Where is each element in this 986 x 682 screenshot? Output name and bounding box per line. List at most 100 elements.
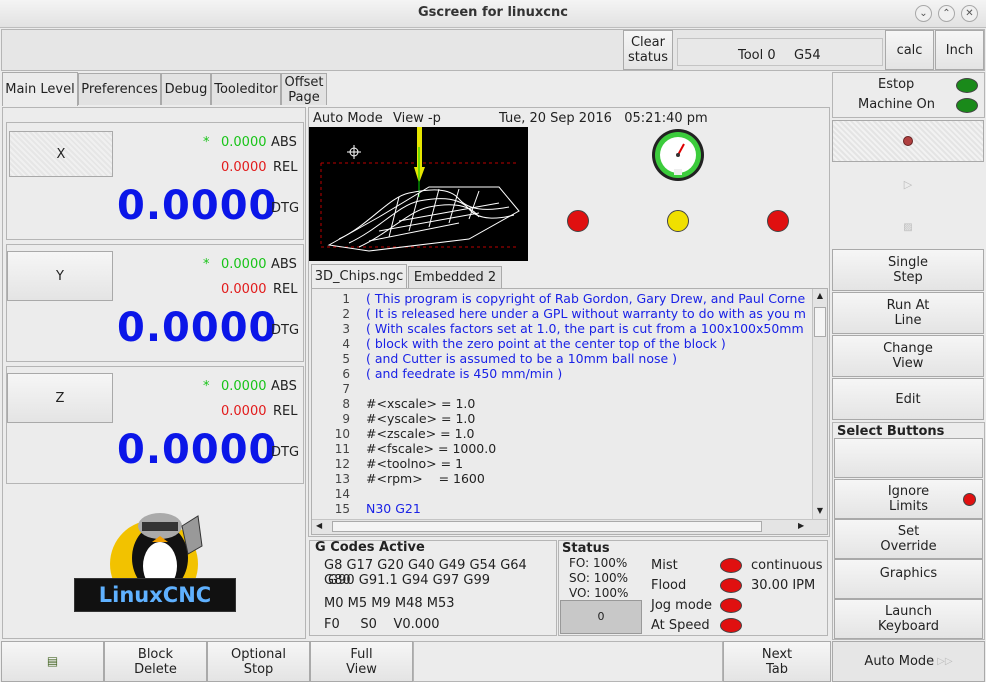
y-abs-value: 0.0000 <box>221 257 267 272</box>
tool-label: Tool 0 <box>738 48 776 63</box>
x-abs-value: 0.0000 <box>221 135 267 150</box>
line-number: 3 <box>342 322 350 336</box>
run-at-line-button[interactable]: Run At Line <box>832 292 984 334</box>
minimize-icon[interactable]: ⌄ <box>915 5 932 22</box>
toolpath-graphic <box>320 127 520 252</box>
scroll-up-icon[interactable]: ▲ <box>814 291 826 303</box>
line-number: 1 <box>342 292 350 306</box>
indicator-yellow-icon <box>667 210 689 232</box>
x-dtg-label: DTG <box>271 201 300 216</box>
line-text: ( It is released here under a GPL withou… <box>366 306 806 321</box>
line-number: 6 <box>342 367 350 381</box>
tab-embedded-2[interactable]: Embedded 2 <box>408 266 502 288</box>
dro-y: Y * 0.0000 ABS 0.0000 REL 0.0000 DTG <box>6 244 304 362</box>
code-line: 4 ( block with the zero point at the cent… <box>312 336 812 351</box>
feed-override: FO: 100% <box>569 556 628 570</box>
fast-forward-icon: ▷▷ <box>937 656 953 667</box>
line-text: #<zscale> = 1.0 <box>366 426 475 441</box>
machine-on-led-icon <box>956 98 978 113</box>
window-title: Gscreen for linuxcnc <box>418 5 568 20</box>
stop-button[interactable]: ▨ <box>832 206 984 248</box>
logo-text: LinuxCNC <box>74 578 236 612</box>
z-abs-value: 0.0000 <box>221 379 267 394</box>
x-abs-label: ABS <box>271 135 297 150</box>
z-dtg-label: DTG <box>271 445 300 460</box>
ignore-limits-led-icon <box>963 493 976 506</box>
line-text: #<fscale> = 1000.0 <box>366 441 497 456</box>
estop-label: Estop <box>878 77 915 92</box>
code-line: 11 #<fscale> = 1000.0 <box>312 441 812 456</box>
line-text: #<xscale> = 1.0 <box>366 396 476 411</box>
code-line: 10 #<zscale> = 1.0 <box>312 426 812 441</box>
spindle-override: SO: 100% <box>569 571 629 585</box>
code-line: 7 <box>312 381 812 396</box>
next-tab-button[interactable]: Next Tab <box>723 641 831 682</box>
close-icon[interactable]: ✕ <box>961 5 978 22</box>
line-number: 5 <box>342 352 350 366</box>
scroll-down-icon[interactable]: ▼ <box>814 506 826 518</box>
record-icon <box>903 136 913 146</box>
clear-status-button[interactable]: Clear status <box>623 30 673 70</box>
vertical-scrollbar[interactable]: ▲ ▼ <box>812 289 827 520</box>
feed-speed-line: F0 S0 V0.000 <box>324 617 440 632</box>
play-button[interactable]: ▷ <box>832 163 984 205</box>
ignore-limits-label: Ignore Limits <box>887 484 930 514</box>
select-buttons-title: Select Buttons <box>837 424 945 439</box>
y-abs-star: * <box>203 257 210 272</box>
scroll-right-icon[interactable]: ▶ <box>798 521 804 530</box>
gcode-editor[interactable]: 1 ( This program is copyright of Rab Gord… <box>311 288 828 535</box>
tab-debug[interactable]: Debug <box>161 73 211 105</box>
open-file-button[interactable]: ▤ <box>1 641 104 682</box>
toolpath-preview[interactable] <box>309 127 528 261</box>
vertical-scroll-thumb[interactable] <box>814 307 826 337</box>
horizontal-scroll-thumb[interactable] <box>332 521 762 532</box>
inch-button[interactable]: Inch <box>935 30 984 70</box>
scroll-left-icon[interactable]: ◀ <box>316 521 322 530</box>
datetime-label: Tue, 20 Sep 2016 05:21:40 pm <box>499 111 708 126</box>
launch-keyboard-button[interactable]: Launch Keyboard <box>834 599 983 639</box>
jog-mode-label: Jog mode <box>651 598 713 613</box>
calc-button[interactable]: calc <box>885 30 934 70</box>
auto-mode-button[interactable]: Auto Mode ▷▷ <box>832 641 985 682</box>
y-rel-label: REL <box>273 282 298 297</box>
ignore-limits-button[interactable]: Ignore Limits <box>834 479 983 519</box>
line-text: ( and Cutter is assumed to be a 10mm bal… <box>366 351 678 366</box>
tab-tooleditor[interactable]: Tooleditor <box>211 73 281 105</box>
flood-led-icon <box>720 578 742 593</box>
optional-stop-button[interactable]: Optional Stop <box>207 641 310 682</box>
tab-main-level[interactable]: Main Level <box>2 72 78 106</box>
block-delete-button[interactable]: Block Delete <box>104 641 207 682</box>
line-number: 2 <box>342 307 350 321</box>
select-blank-button[interactable] <box>834 438 983 478</box>
set-override-button[interactable]: Set Override <box>834 519 983 559</box>
change-view-button[interactable]: Change View <box>832 335 984 377</box>
x-dtg-value: 0.0000 <box>117 183 278 229</box>
horizontal-scrollbar[interactable]: ◀ ▶ <box>312 519 827 534</box>
line-text: ( This program is copyright of Rab Gordo… <box>366 291 806 306</box>
tab-preferences[interactable]: Preferences <box>78 73 161 105</box>
run-button[interactable] <box>832 120 984 162</box>
tab-offset-page[interactable]: Offset Page <box>281 73 327 105</box>
graphics-button[interactable]: Graphics <box>834 559 983 599</box>
code-line: 8 #<xscale> = 1.0 <box>312 396 812 411</box>
line-text: #<toolno> = 1 <box>366 456 464 471</box>
single-step-button[interactable]: Single Step <box>832 249 984 291</box>
line-number: 13 <box>334 472 350 486</box>
mode-label: Auto Mode <box>313 111 383 126</box>
axis-z-button[interactable]: Z <box>7 373 113 423</box>
tab-file-3d-chips[interactable]: 3D_Chips.ngc <box>311 264 407 288</box>
axis-y-button[interactable]: Y <box>7 251 113 301</box>
maximize-icon[interactable]: ⌃ <box>938 5 955 22</box>
machine-state-panel: Estop Machine On <box>832 72 985 118</box>
line-text: #<yscale> = 1.0 <box>366 411 476 426</box>
full-view-button[interactable]: Full View <box>310 641 413 682</box>
auto-mode-label: Auto Mode <box>864 654 935 669</box>
edit-button[interactable]: Edit <box>832 378 984 420</box>
z-abs-star: * <box>203 379 210 394</box>
code-line: 15 N30 G21 <box>312 501 812 516</box>
stop-icon: ▨ <box>903 221 913 233</box>
line-text: #<rpm> = 1600 <box>366 471 485 486</box>
line-number: 15 <box>334 502 350 516</box>
axis-x-button[interactable]: X <box>9 131 113 177</box>
estop-led-icon <box>956 78 978 93</box>
